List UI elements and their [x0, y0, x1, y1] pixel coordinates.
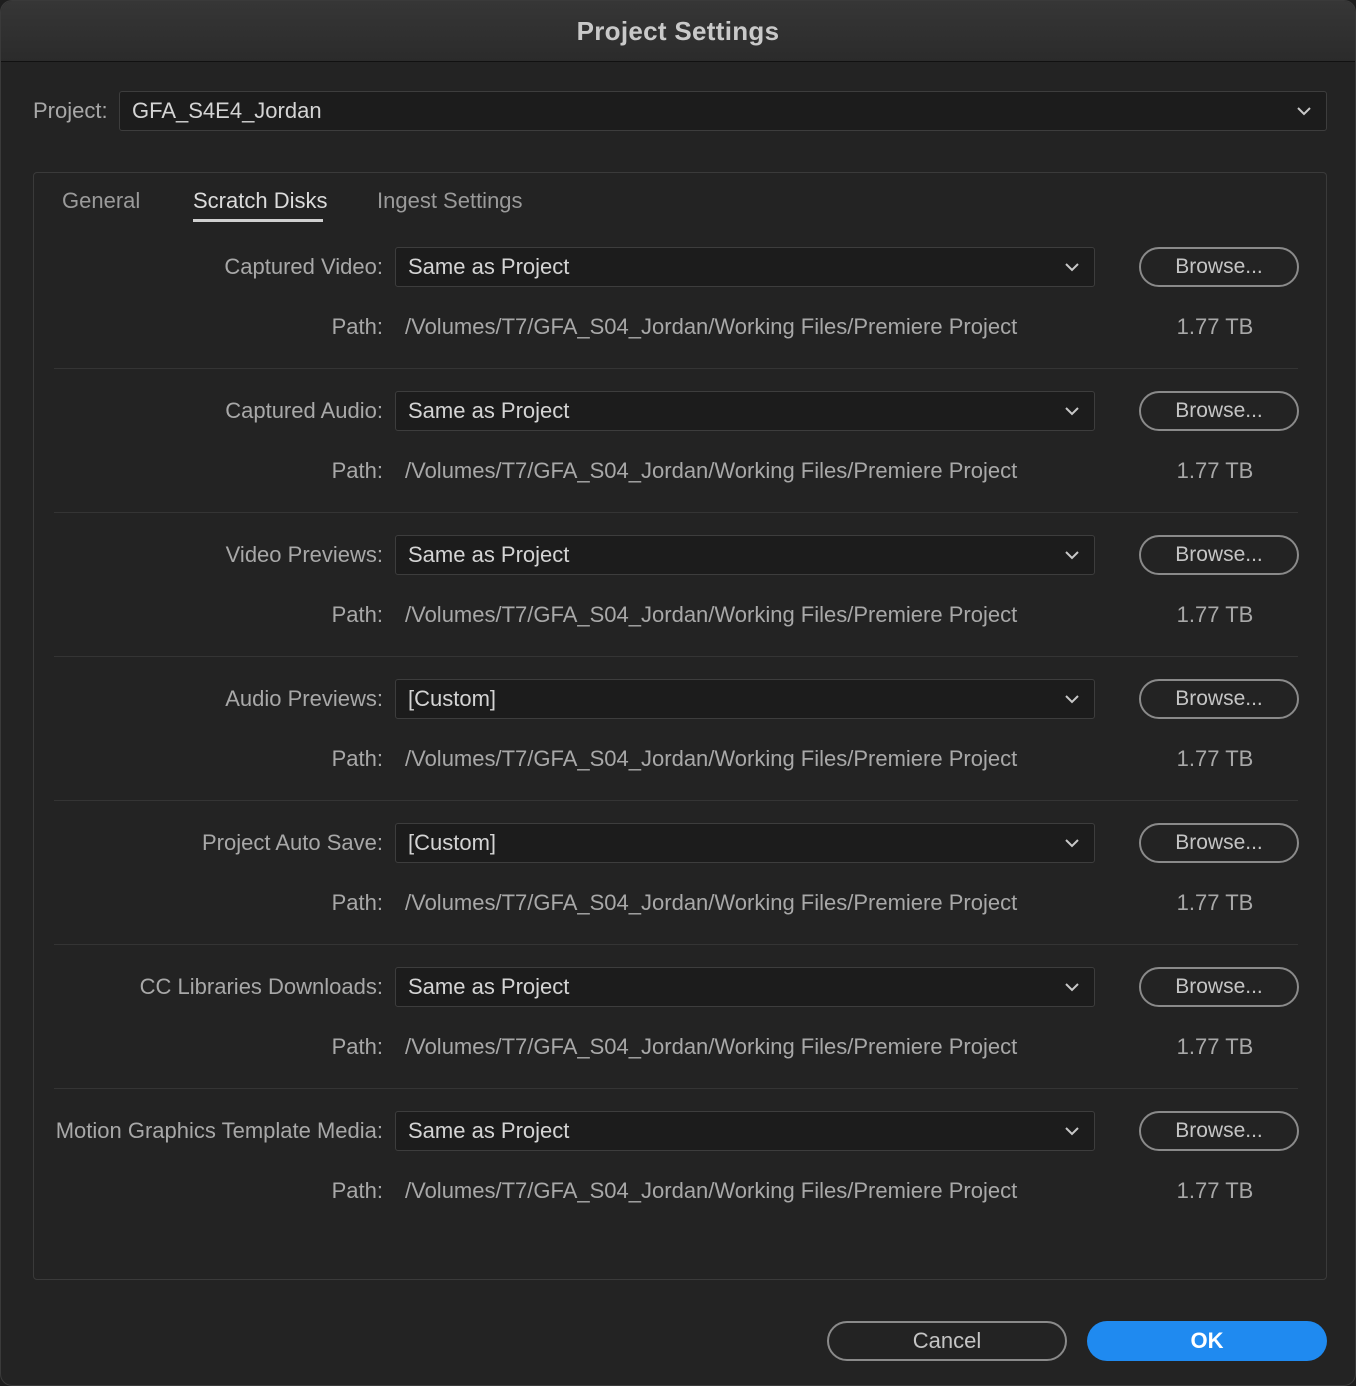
browse-button[interactable]: Browse...	[1139, 247, 1299, 287]
project-select-value: GFA_S4E4_Jordan	[132, 98, 322, 123]
tab-ingest-settings[interactable]: Ingest Settings	[377, 185, 523, 217]
location-select[interactable]: Same as Project	[395, 247, 1095, 287]
project-label: Project:	[33, 98, 108, 123]
path-value: /Volumes/T7/GFA_S04_Jordan/Working Files…	[405, 746, 1018, 771]
path-value: /Volumes/T7/GFA_S04_Jordan/Working Files…	[405, 1034, 1018, 1059]
location-select-value: Same as Project	[408, 1118, 570, 1143]
row-label: Video Previews:	[225, 542, 383, 567]
row-label: Motion Graphics Template Media:	[55, 1118, 383, 1143]
row-label: Captured Audio:	[225, 398, 383, 423]
row-divider	[54, 1088, 1298, 1089]
browse-button[interactable]: Browse...	[1139, 1111, 1299, 1151]
chevron-down-icon	[1065, 551, 1079, 560]
row-label: Captured Video:	[224, 254, 383, 279]
tab-scratch-disks[interactable]: Scratch Disks	[193, 185, 327, 217]
chevron-down-icon	[1065, 839, 1079, 848]
chevron-down-icon	[1065, 407, 1079, 416]
path-label: Path:	[331, 602, 383, 627]
disk-size: 1.77 TB	[1176, 1178, 1254, 1203]
row-divider	[54, 368, 1298, 369]
project-settings-dialog: Project Settings Project: GFA_S4E4_Jorda…	[0, 0, 1356, 1386]
row-divider	[54, 944, 1298, 945]
disk-size: 1.77 TB	[1176, 314, 1254, 339]
chevron-down-icon	[1065, 263, 1079, 272]
location-select[interactable]: Same as Project	[395, 391, 1095, 431]
location-select-value: [Custom]	[408, 830, 497, 855]
disk-size: 1.77 TB	[1176, 890, 1254, 915]
location-select-value: Same as Project	[408, 974, 570, 999]
title-bar[interactable]: Project Settings	[1, 1, 1355, 62]
row-label: Audio Previews:	[225, 686, 383, 711]
active-tab-indicator	[193, 219, 323, 222]
cancel-button[interactable]: Cancel	[827, 1321, 1067, 1361]
path-value: /Volumes/T7/GFA_S04_Jordan/Working Files…	[405, 458, 1018, 483]
path-value: /Volumes/T7/GFA_S04_Jordan/Working Files…	[405, 602, 1018, 627]
path-label: Path:	[331, 458, 383, 483]
dialog-title: Project Settings	[576, 15, 780, 46]
path-label: Path:	[331, 1178, 383, 1203]
location-select-value: Same as Project	[408, 398, 570, 423]
disk-size: 1.77 TB	[1176, 602, 1254, 627]
row-divider	[54, 512, 1298, 513]
ok-button[interactable]: OK	[1087, 1321, 1327, 1361]
path-label: Path:	[331, 890, 383, 915]
chevron-down-icon	[1065, 983, 1079, 992]
location-select[interactable]: Same as Project	[395, 535, 1095, 575]
chevron-down-icon	[1065, 1127, 1079, 1136]
location-select-value: Same as Project	[408, 254, 570, 279]
disk-size: 1.77 TB	[1176, 458, 1254, 483]
path-value: /Volumes/T7/GFA_S04_Jordan/Working Files…	[405, 890, 1018, 915]
row-divider	[54, 800, 1298, 801]
path-value: /Volumes/T7/GFA_S04_Jordan/Working Files…	[405, 314, 1018, 339]
browse-button[interactable]: Browse...	[1139, 679, 1299, 719]
tab-general[interactable]: General	[62, 185, 140, 217]
row-divider	[54, 656, 1298, 657]
path-value: /Volumes/T7/GFA_S04_Jordan/Working Files…	[405, 1178, 1018, 1203]
browse-button[interactable]: Browse...	[1139, 535, 1299, 575]
location-select[interactable]: [Custom]	[395, 679, 1095, 719]
location-select-value: Same as Project	[408, 542, 570, 567]
disk-size: 1.77 TB	[1176, 746, 1254, 771]
disk-size: 1.77 TB	[1176, 1034, 1254, 1059]
project-select[interactable]: GFA_S4E4_Jordan	[119, 91, 1327, 131]
location-select[interactable]: Same as Project	[395, 1111, 1095, 1151]
browse-button[interactable]: Browse...	[1139, 391, 1299, 431]
location-select[interactable]: Same as Project	[395, 967, 1095, 1007]
browse-button[interactable]: Browse...	[1139, 967, 1299, 1007]
chevron-down-icon	[1297, 107, 1311, 116]
row-label: CC Libraries Downloads:	[139, 974, 383, 999]
browse-button[interactable]: Browse...	[1139, 823, 1299, 863]
row-label: Project Auto Save:	[202, 830, 383, 855]
path-label: Path:	[331, 1034, 383, 1059]
location-select-value: [Custom]	[408, 686, 497, 711]
chevron-down-icon	[1065, 695, 1079, 704]
path-label: Path:	[331, 746, 383, 771]
path-label: Path:	[331, 314, 383, 339]
location-select[interactable]: [Custom]	[395, 823, 1095, 863]
